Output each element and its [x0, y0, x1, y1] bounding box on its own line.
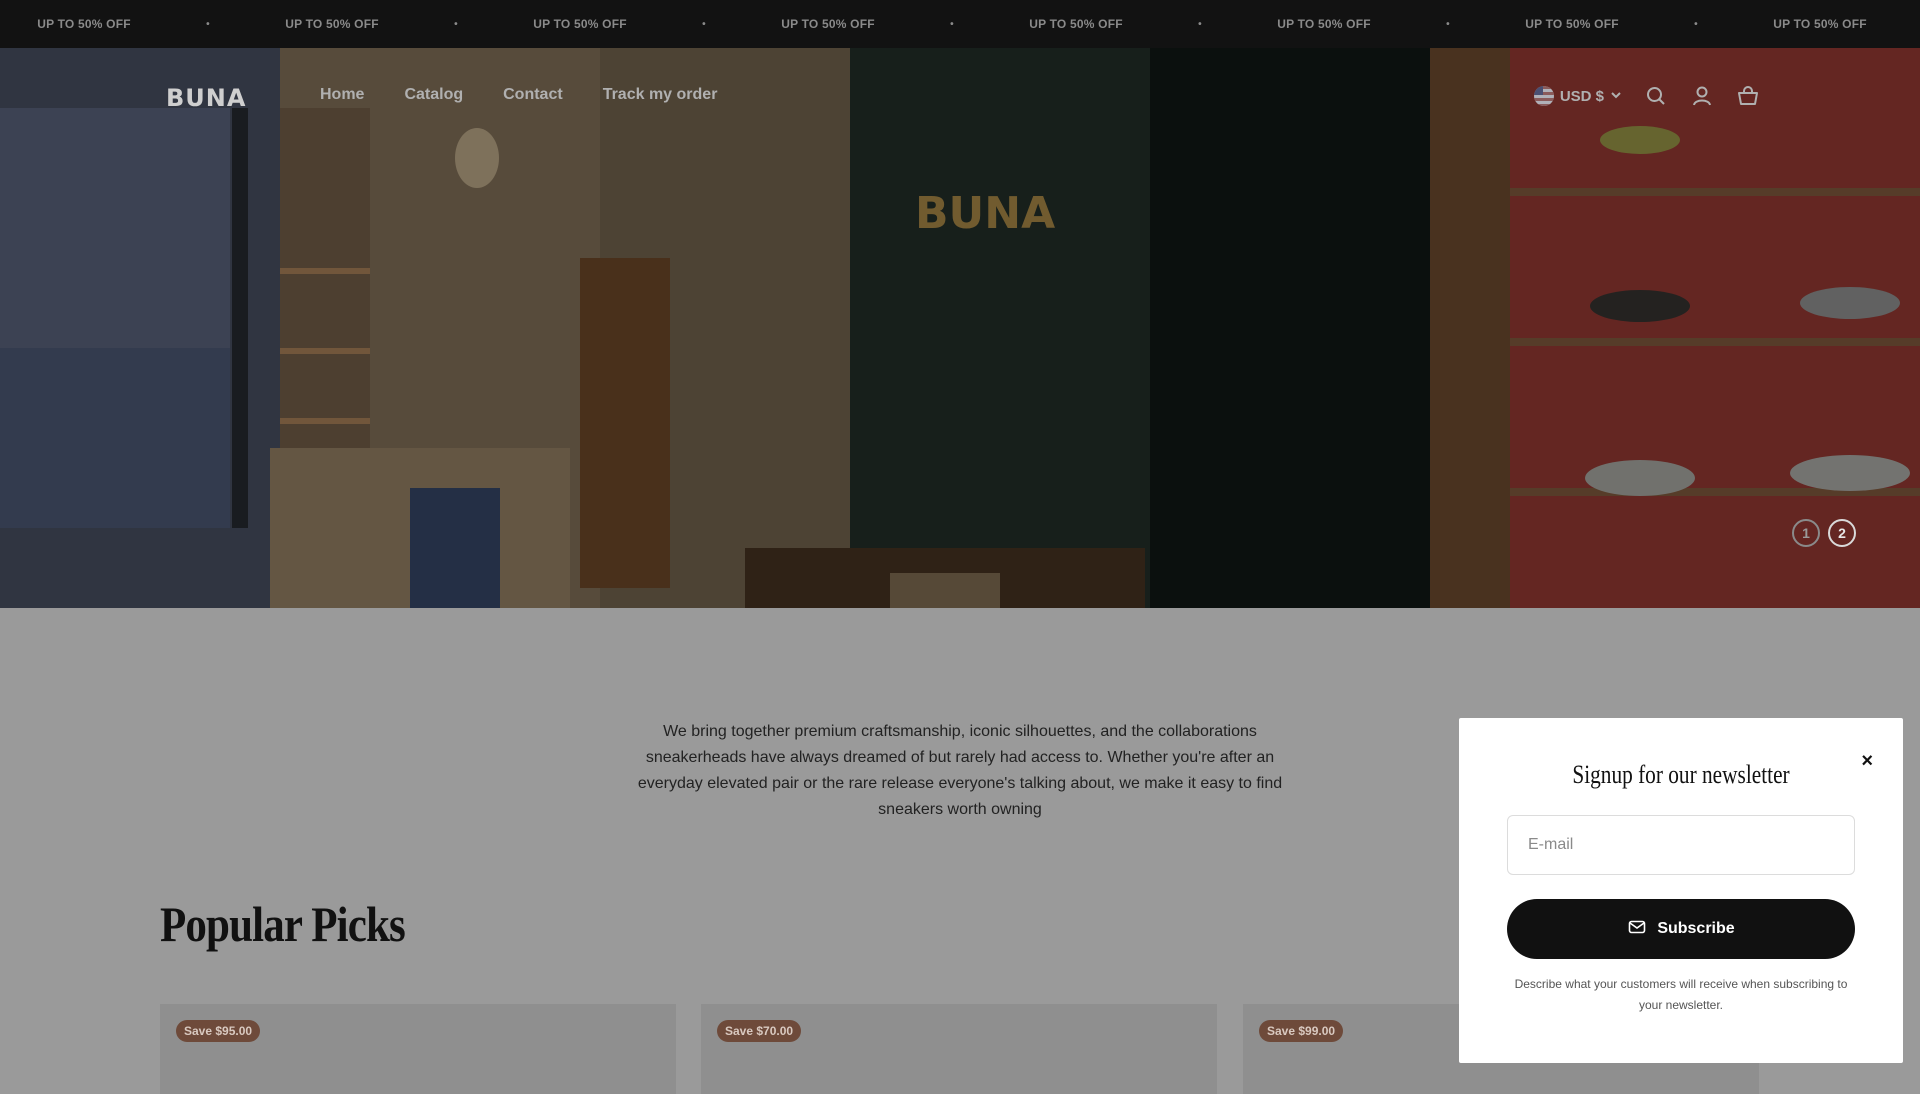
separator-dot: •	[702, 18, 706, 30]
nav-track-order[interactable]: Track my order	[603, 86, 718, 104]
nav-home[interactable]: Home	[320, 86, 364, 104]
announcement-item: UP TO 50% OFF •	[0, 17, 232, 31]
search-icon[interactable]	[1644, 84, 1668, 108]
separator-dot: •	[950, 18, 954, 30]
brand-logo[interactable]: BUNA	[166, 84, 246, 112]
announcement-text: UP TO 50% OFF	[285, 17, 379, 31]
separator-dot: •	[1198, 18, 1202, 30]
announcement-text: UP TO 50% OFF	[1029, 17, 1123, 31]
chevron-down-icon	[1610, 88, 1622, 105]
product-card[interactable]: Save $95.00	[160, 1004, 676, 1094]
announcement-text: UP TO 50% OFF	[1525, 17, 1619, 31]
announcement-item: UP TO 50% OFF•	[1720, 17, 1920, 31]
announcement-text: UP TO 50% OFF	[1773, 17, 1867, 31]
nav-catalog[interactable]: Catalog	[404, 86, 463, 104]
mail-icon	[1627, 917, 1647, 942]
product-card[interactable]: Save $70.00	[701, 1004, 1217, 1094]
nav-contact[interactable]: Contact	[503, 86, 563, 104]
hero-store-image: BUNA	[0, 48, 1920, 608]
save-badge: Save $70.00	[717, 1020, 802, 1042]
announcement-text: UP TO 50% OFF	[37, 17, 131, 31]
separator-dot: •	[1694, 18, 1698, 30]
close-icon[interactable]: ×	[1861, 750, 1873, 773]
modal-title: Signup for our newsletter	[1572, 760, 1790, 789]
slide-pagination: 1 2	[1792, 519, 1856, 547]
announcement-item: UP TO 50% OFF •	[232, 17, 480, 31]
hero-banner: BUNA 1 2	[0, 48, 1920, 608]
account-icon[interactable]	[1690, 84, 1714, 108]
announcement-item: UP TO 50% OFF •	[480, 17, 728, 31]
us-flag-icon	[1533, 86, 1554, 106]
cart-icon[interactable]	[1736, 84, 1760, 108]
about-paragraph: We bring together premium craftsmanship,…	[637, 723, 1283, 818]
slide-dot-1[interactable]: 1	[1792, 519, 1820, 547]
currency-label: USD $	[1559, 87, 1604, 105]
announcement-item: UP TO 50% OFF •	[728, 17, 976, 31]
modal-description: Describe what your customers will receiv…	[1514, 977, 1848, 1012]
email-field[interactable]	[1507, 815, 1855, 875]
slide-dot-2[interactable]: 2	[1828, 519, 1856, 547]
save-badge: Save $95.00	[176, 1020, 261, 1042]
announcement-item: UP TO 50% OFF •	[976, 17, 1224, 31]
announcement-bar: UP TO 50% OFF • UP TO 50% OFF • UP TO 50% …	[0, 0, 1920, 48]
announcement-item: UP TO 50% OFF •	[1472, 17, 1720, 31]
save-badge: Save $99.00	[1259, 1020, 1344, 1042]
announcement-text: UP TO 50% OFF	[781, 17, 875, 31]
separator-dot: •	[206, 18, 210, 30]
announcement-item: UP TO 50% OFF •	[1224, 17, 1472, 31]
currency-selector[interactable]: USD $	[1533, 86, 1622, 106]
announcement-text: UP TO 50% OFF	[1277, 17, 1371, 31]
announcement-track: UP TO 50% OFF • UP TO 50% OFF • UP TO 50% …	[0, 0, 1920, 48]
separator-dot: •	[1446, 18, 1450, 30]
separator-dot: •	[454, 18, 458, 30]
announcement-text: UP TO 50% OFF	[533, 17, 627, 31]
section-title: Popular Picks	[160, 896, 406, 952]
subscribe-label: Subscribe	[1657, 920, 1735, 937]
main-nav: Home Catalog Contact Track my order	[320, 86, 717, 104]
subscribe-button[interactable]: Subscribe	[1507, 899, 1855, 959]
header-actions: USD $	[1533, 84, 1760, 108]
newsletter-modal: × Signup for our newsletter Subscribe De…	[1459, 718, 1903, 1063]
